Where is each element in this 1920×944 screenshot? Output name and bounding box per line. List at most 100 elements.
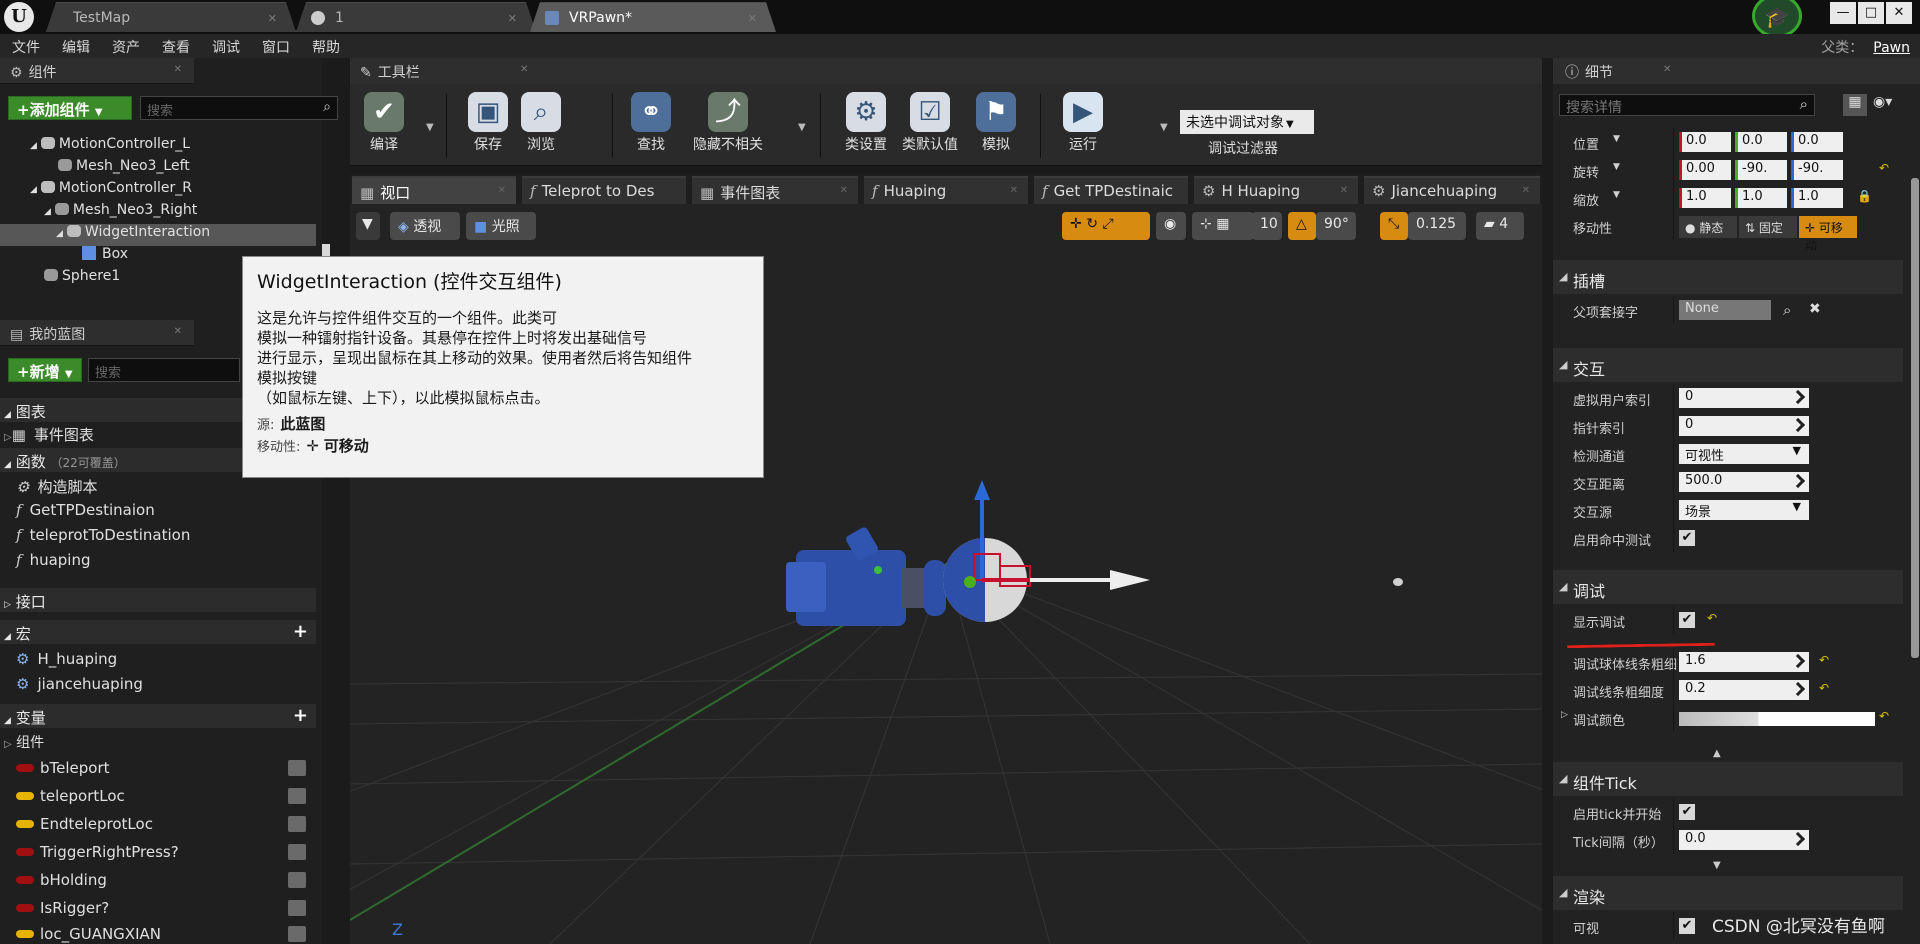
- function-item[interactable]: f huaping: [0, 549, 316, 573]
- section-sockets[interactable]: ◢ 插槽: [1553, 260, 1903, 294]
- close-icon[interactable]: ✕: [1010, 185, 1018, 196]
- scale-z[interactable]: 1.0: [1791, 188, 1843, 208]
- visibility-eye-icon[interactable]: [288, 816, 306, 832]
- tab-viewport[interactable]: ▦ 视口 ✕: [352, 176, 516, 204]
- rotate-icon[interactable]: ↻: [1086, 216, 1098, 232]
- location-x[interactable]: 0.0: [1679, 132, 1731, 152]
- variable-item[interactable]: IsRigger?: [0, 896, 316, 922]
- tab-h-huaping[interactable]: ⚙ H Huaping ✕: [1194, 176, 1358, 204]
- section-component-tick[interactable]: ◢ 组件Tick: [1553, 762, 1903, 796]
- translate-icon[interactable]: ✛: [1070, 216, 1082, 232]
- collapse-arrow-icon[interactable]: ◢: [1559, 886, 1567, 899]
- close-icon[interactable]: ✕: [498, 185, 506, 196]
- section-interaction[interactable]: ◢ 交互: [1553, 348, 1903, 382]
- window-tab-vrpawn[interactable]: VRPawn* ✕: [530, 2, 776, 32]
- compile-options-dropdown[interactable]: ▼: [426, 122, 434, 133]
- rotation-snap-icon[interactable]: △: [1288, 212, 1316, 240]
- window-tab-testmap[interactable]: TestMap ✕: [46, 2, 296, 32]
- close-icon[interactable]: ✕: [1522, 185, 1530, 196]
- collapse-arrow-icon[interactable]: ◢: [1559, 772, 1567, 785]
- close-icon[interactable]: ✕: [268, 12, 277, 25]
- collapse-arrow-icon[interactable]: ◢: [4, 460, 11, 470]
- class-defaults-button[interactable]: ☑ 类默认值: [898, 92, 962, 164]
- close-icon[interactable]: ✕: [840, 185, 848, 196]
- collapse-arrow-icon[interactable]: ◢: [30, 141, 37, 151]
- debug-color-swatch[interactable]: [1679, 712, 1875, 726]
- menu-asset[interactable]: 资产: [100, 34, 150, 57]
- close-icon[interactable]: ✕: [520, 64, 528, 75]
- collapse-arrow-icon[interactable]: ◢: [4, 410, 11, 420]
- visibility-eye-icon[interactable]: [288, 760, 306, 776]
- visibility-eye-icon[interactable]: [288, 900, 306, 916]
- visibility-eye-icon[interactable]: [288, 926, 306, 942]
- tree-item-motioncontroller-r[interactable]: ◢ MotionController_R: [0, 180, 316, 202]
- class-settings-button[interactable]: ⚙ 类设置: [840, 92, 892, 164]
- reset-arrow-icon[interactable]: ↶: [1879, 161, 1889, 175]
- section-variables[interactable]: ◢ 变量 +: [0, 704, 316, 728]
- parent-socket-field[interactable]: None: [1679, 300, 1771, 320]
- close-icon[interactable]: ✕: [174, 326, 182, 337]
- variable-item[interactable]: teleportLoc: [0, 784, 316, 810]
- tab-jiancehuaping[interactable]: ⚙ Jiancehuaping ✕: [1364, 176, 1540, 204]
- rotation-x[interactable]: 0.00: [1679, 160, 1731, 180]
- expand-arrow-icon[interactable]: ▷: [4, 739, 12, 750]
- reset-arrow-icon[interactable]: ↶: [1879, 709, 1889, 723]
- collapse-arrow-icon[interactable]: ◢: [1559, 358, 1567, 371]
- scale-x[interactable]: 1.0: [1679, 188, 1731, 208]
- clear-icon[interactable]: ✖: [1809, 301, 1821, 317]
- simulate-button[interactable]: ⚑ 模拟: [972, 92, 1020, 164]
- menu-help[interactable]: 帮助: [300, 34, 350, 57]
- section-macros[interactable]: ◢ 宏 +: [0, 620, 316, 644]
- section-rendering[interactable]: ◢ 渲染: [1553, 876, 1903, 910]
- close-icon[interactable]: ✕: [748, 12, 757, 25]
- macro-item[interactable]: ⚙ H_huaping: [0, 648, 316, 672]
- expand-arrow-icon[interactable]: ▷: [4, 432, 12, 443]
- variable-item[interactable]: loc_GUANGXIAN: [0, 922, 316, 944]
- location-y[interactable]: 0.0: [1735, 132, 1787, 152]
- variable-item[interactable]: bTeleport: [0, 756, 316, 782]
- chevron-down-icon[interactable]: ▼: [1613, 134, 1620, 144]
- interaction-source-select[interactable]: 场景 ▼: [1679, 500, 1809, 520]
- section-interfaces[interactable]: ▷ 接口: [0, 588, 316, 612]
- rotation-z[interactable]: -90.: [1791, 160, 1843, 180]
- menu-file[interactable]: 文件: [0, 34, 50, 57]
- parent-class-link[interactable]: Pawn: [1873, 40, 1910, 56]
- close-icon[interactable]: ✕: [174, 64, 182, 75]
- viewport-options-button[interactable]: ▼: [356, 212, 380, 240]
- reset-arrow-icon[interactable]: ↶: [1819, 653, 1829, 667]
- grid-icon[interactable]: ▦: [1216, 216, 1229, 232]
- tab-get-tpdestinaion[interactable]: f Get TPDestinaic: [1034, 176, 1188, 204]
- collapse-arrow-icon[interactable]: ◢: [30, 185, 37, 195]
- mobility-stationary-button[interactable]: ⇅ 固定: [1739, 216, 1797, 238]
- function-item[interactable]: f teleprotToDestination: [0, 524, 316, 548]
- window-tab-level[interactable]: 1 ✕: [296, 2, 536, 32]
- add-macro-icon[interactable]: +: [293, 621, 308, 642]
- add-component-button[interactable]: +添加组件 ▼: [8, 96, 132, 120]
- transform-mode-buttons[interactable]: ✛ ↻ ⤢: [1062, 212, 1150, 240]
- camera-speed-button[interactable]: ▰ 4: [1476, 212, 1524, 240]
- visibility-eye-icon[interactable]: [288, 788, 306, 804]
- play-options-dropdown[interactable]: ▼: [1160, 122, 1168, 133]
- expand-arrow-icon[interactable]: ▷: [1561, 710, 1568, 720]
- tree-item-mesh-neo3-left[interactable]: Mesh_Neo3_Left: [0, 158, 316, 180]
- interaction-distance-field[interactable]: 500.0: [1679, 472, 1809, 492]
- line-thickness-field[interactable]: 0.2: [1679, 680, 1809, 700]
- lit-mode-button[interactable]: ■ 光照: [466, 212, 536, 240]
- reset-arrow-icon[interactable]: ↶: [1707, 611, 1717, 625]
- debug-object-select[interactable]: 未选中调试对象 ▼: [1180, 110, 1314, 134]
- close-button[interactable]: ✕: [1886, 2, 1912, 24]
- variable-category-components[interactable]: ▷ 组件: [0, 730, 316, 754]
- hit-testing-checkbox[interactable]: ✔: [1679, 530, 1695, 546]
- mobility-movable-button[interactable]: ✛ 可移动: [1799, 216, 1857, 252]
- pointer-index-field[interactable]: 0: [1679, 416, 1809, 436]
- collapse-arrow-icon[interactable]: ◢: [4, 716, 11, 726]
- find-button[interactable]: ⚭ 查找: [626, 92, 676, 164]
- details-scrollbar[interactable]: [1911, 178, 1919, 658]
- tab-teleprot-to-des[interactable]: f Teleprot to Des: [522, 176, 686, 204]
- eye-icon[interactable]: ◉▾: [1873, 94, 1892, 110]
- world-space-button[interactable]: ◉: [1156, 212, 1186, 240]
- trace-channel-select[interactable]: 可视性 ▼: [1679, 444, 1809, 464]
- menu-window[interactable]: 窗口: [250, 34, 300, 57]
- visibility-eye-icon[interactable]: [288, 844, 306, 860]
- components-panel-header[interactable]: ⚙ 组件 ✕: [0, 58, 194, 84]
